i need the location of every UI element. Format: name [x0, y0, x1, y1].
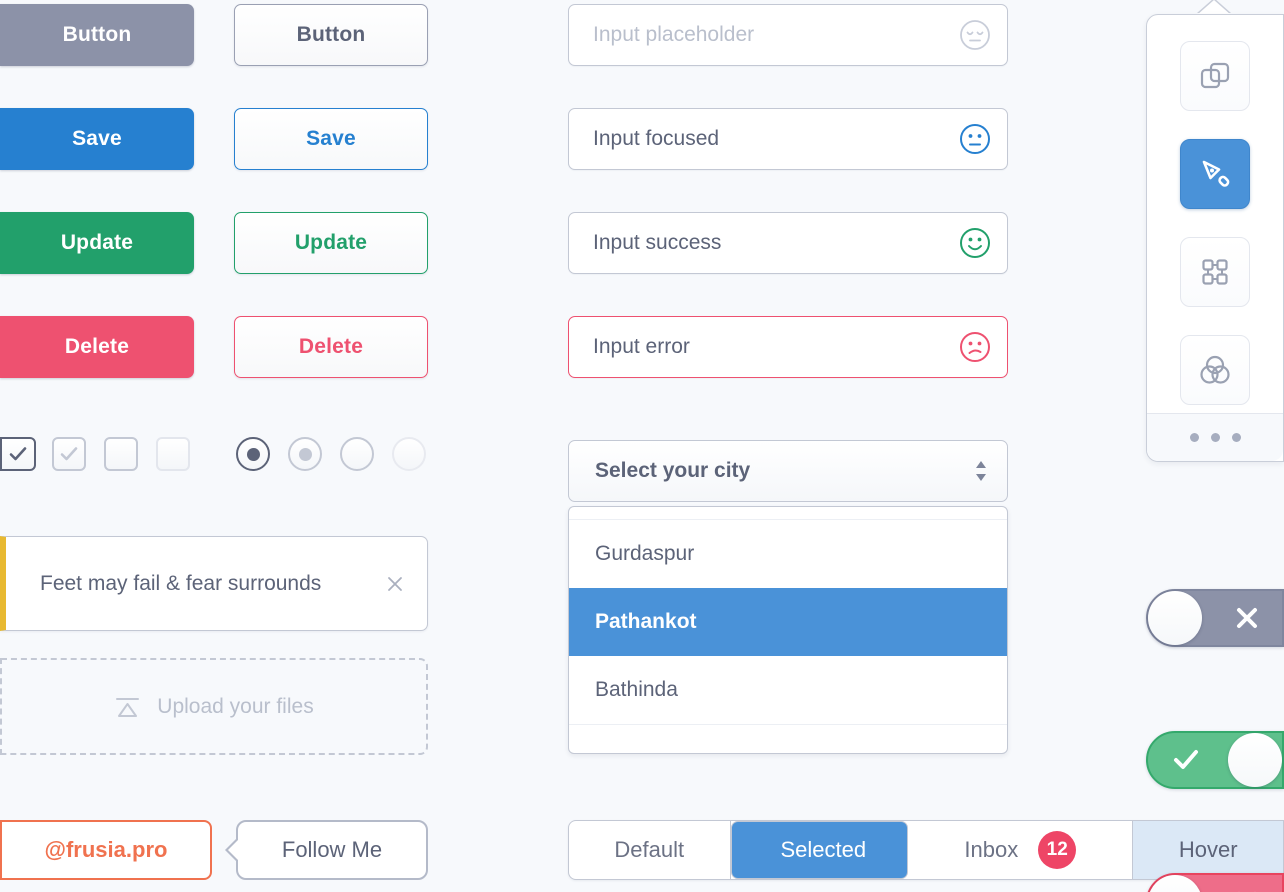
button-delete-outline[interactable]: Delete [234, 316, 428, 378]
radio-unselected-disabled[interactable] [392, 437, 426, 471]
face-sleepy-icon [959, 19, 991, 51]
follow-bubble-label: Follow Me [281, 837, 383, 862]
tab-selected[interactable]: Selected [730, 821, 909, 879]
alert-banner: Feet may fail & fear surrounds [0, 536, 428, 631]
face-sad-icon [959, 331, 991, 363]
blend-circles-icon [1200, 355, 1230, 384]
tab-label: Selected [780, 837, 867, 862]
tab-default[interactable]: Default [569, 821, 731, 879]
option-label: Pathankot [595, 610, 697, 633]
button-label: Update [60, 231, 134, 254]
radio-dot [298, 447, 312, 461]
button-label: Save [306, 127, 356, 150]
more-dots-icon [1189, 433, 1199, 442]
dropdown-option-gurdaspur[interactable]: Gurdaspur [569, 520, 1007, 588]
button-delete-solid[interactable]: Delete [0, 316, 194, 378]
button-label: Delete [64, 335, 130, 358]
checkbox-unchecked-disabled[interactable] [156, 437, 190, 471]
radio-selected-muted[interactable] [288, 437, 322, 471]
tool-transform[interactable] [1180, 237, 1250, 307]
check-icon [60, 447, 78, 461]
city-select-value: Select your city [595, 459, 751, 482]
follow-bubble[interactable]: Follow Me [225, 820, 428, 880]
status-badge: 12 [1038, 831, 1077, 869]
tool-pen[interactable] [1180, 139, 1250, 209]
button-update-solid[interactable]: Update [0, 212, 194, 274]
button-label: Update [294, 231, 368, 254]
tool-copy-layers[interactable] [1180, 41, 1250, 111]
pen-tool-icon [1202, 160, 1230, 187]
more-dots-icon [1231, 433, 1241, 442]
checkbox-unchecked[interactable] [104, 437, 138, 471]
dropdown-bottom-spacer [569, 724, 1007, 737]
toggle-knob [1148, 591, 1202, 645]
copy-layers-icon [1200, 62, 1230, 89]
button-save-solid[interactable]: Save [0, 108, 194, 170]
toggle-off-red[interactable] [1146, 873, 1284, 892]
check-icon [9, 447, 27, 461]
tab-hover[interactable]: Hover [1133, 821, 1283, 879]
close-icon [1234, 605, 1260, 631]
button-default-solid[interactable]: Button [0, 4, 194, 66]
checkbox-checked[interactable] [0, 437, 36, 471]
upload-icon [114, 694, 141, 720]
tab-label: Default [614, 837, 685, 862]
option-label: Bathinda [595, 678, 678, 701]
input-value: Input error [593, 335, 690, 358]
tab-inbox[interactable]: Inbox 12 [908, 821, 1134, 879]
handle-tag[interactable]: @frusia.pro [0, 820, 212, 880]
input-error-field[interactable]: Input error [568, 316, 1008, 378]
dropdown-option-bathinda[interactable]: Bathinda [569, 656, 1007, 724]
button-save-outline[interactable]: Save [234, 108, 428, 170]
input-value: Input placeholder [593, 23, 755, 46]
toggle-off-gray[interactable] [1146, 589, 1284, 647]
toolbar-notch-icon [1197, 0, 1231, 15]
input-value: Input focused [593, 127, 720, 150]
handle-tag-label: @frusia.pro [44, 837, 168, 862]
button-label: Button [296, 23, 366, 46]
button-label: Delete [298, 335, 364, 358]
more-dots-icon [1210, 433, 1220, 442]
alert-message: Feet may fail & fear surrounds [40, 571, 322, 595]
input-success-field[interactable]: Input success [568, 212, 1008, 274]
face-neutral-icon [959, 123, 991, 155]
toggle-on-green[interactable] [1146, 731, 1284, 789]
input-value: Input success [593, 231, 722, 254]
radio-dot [246, 447, 260, 461]
toggle-knob [1228, 733, 1282, 787]
tools-panel [1146, 14, 1284, 462]
radio-selected[interactable] [236, 437, 270, 471]
tool-blend[interactable] [1180, 335, 1250, 405]
dropdown-top-spacer [569, 507, 1007, 520]
city-select-trigger[interactable]: Select your city [568, 440, 1008, 502]
tab-label: Inbox [964, 837, 1019, 862]
bubble-tail-inner-icon [228, 839, 239, 861]
checkbox-checked-muted[interactable] [52, 437, 86, 471]
tab-label: Hover [1178, 837, 1238, 862]
radio-unselected[interactable] [340, 437, 374, 471]
check-icon [1172, 747, 1200, 773]
button-update-outline[interactable]: Update [234, 212, 428, 274]
dropdown-option-pathankot[interactable]: Pathankot [569, 588, 1007, 656]
tab-bar: Default Selected Inbox 12 Hover [568, 820, 1284, 880]
input-placeholder-field[interactable]: Input placeholder [568, 4, 1008, 66]
file-upload-dropzone[interactable]: Upload your files [0, 658, 428, 755]
button-label: Button [62, 23, 132, 46]
upload-label: Upload your files [157, 694, 314, 718]
city-select-dropdown[interactable]: Gurdaspur Pathankot Bathinda [568, 506, 1008, 754]
face-happy-icon [959, 227, 991, 259]
button-default-outline[interactable]: Button [234, 4, 428, 66]
toolbar-more-row[interactable] [1147, 413, 1283, 461]
option-label: Gurdaspur [595, 542, 695, 565]
button-label: Save [72, 127, 122, 150]
sort-arrows-icon [973, 457, 989, 485]
ui-kit-canvas: Button Save Update Delete Button Save Up… [0, 0, 1284, 892]
close-icon[interactable] [385, 574, 405, 594]
transform-box-icon [1202, 259, 1228, 285]
input-focused-field[interactable]: Input focused [568, 108, 1008, 170]
